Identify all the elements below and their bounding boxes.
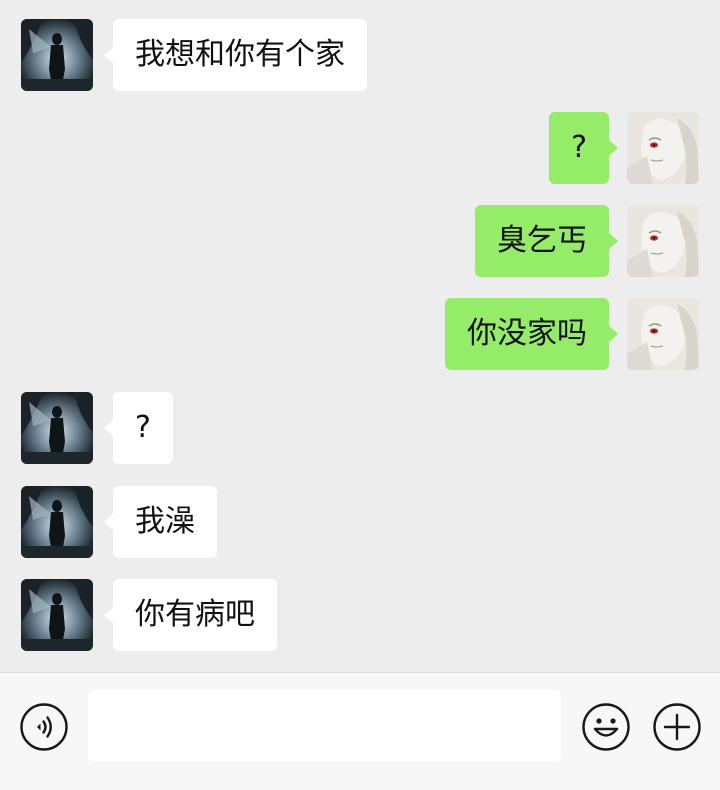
message-bubble[interactable]: 你没家吗	[445, 298, 618, 370]
my-avatar[interactable]	[627, 298, 699, 370]
message-bubble[interactable]: 我澡	[104, 486, 217, 558]
chat-input-bar	[0, 672, 720, 790]
contact-avatar[interactable]	[21, 486, 93, 558]
message-bubble[interactable]: ?	[104, 392, 173, 464]
message-row-incoming: 你有病吧	[0, 579, 720, 651]
chat-message-list: 我想和你有个家 ? 臭乞丐 你没家吗 ? 我澡 你有病吧	[0, 0, 720, 672]
my-avatar[interactable]	[627, 112, 699, 184]
message-bubble[interactable]: 你有病吧	[104, 579, 277, 651]
contact-avatar[interactable]	[21, 579, 93, 651]
my-avatar[interactable]	[627, 205, 699, 277]
message-row-incoming: ?	[0, 392, 720, 464]
contact-avatar[interactable]	[21, 19, 93, 91]
message-row-incoming: 我澡	[0, 486, 720, 558]
message-bubble[interactable]: 臭乞丐	[475, 205, 618, 277]
emoji-icon[interactable]	[581, 702, 631, 752]
message-row-incoming: 我想和你有个家	[0, 19, 720, 91]
message-row-outgoing: 你没家吗	[0, 298, 720, 370]
plus-icon[interactable]	[652, 702, 702, 752]
message-row-outgoing: 臭乞丐	[0, 205, 720, 277]
message-bubble[interactable]: ?	[549, 112, 618, 184]
message-input[interactable]	[88, 690, 561, 762]
contact-avatar[interactable]	[21, 392, 93, 464]
message-row-outgoing: ?	[0, 112, 720, 184]
voice-icon[interactable]	[19, 702, 69, 752]
message-bubble[interactable]: 我想和你有个家	[104, 19, 367, 91]
